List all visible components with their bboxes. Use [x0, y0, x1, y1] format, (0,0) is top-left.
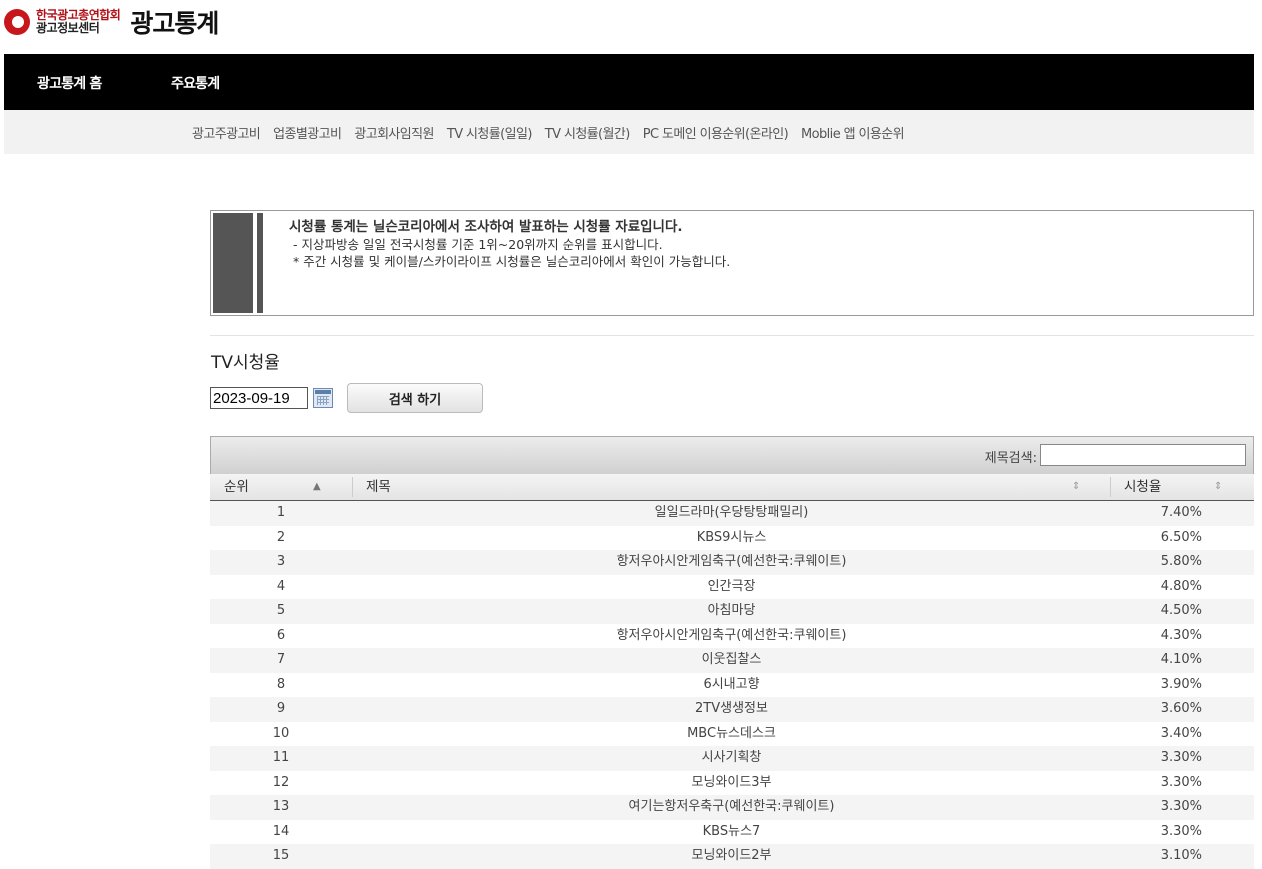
- rank-cell: 12: [272, 774, 290, 790]
- rank-cell: 8: [276, 676, 286, 692]
- org-name: 한국광고총연합회 광고정보센터: [36, 8, 121, 35]
- title-cell: 6시내고향: [703, 676, 760, 692]
- rank-cell: 4: [276, 578, 286, 594]
- rank-cell: 14: [272, 823, 290, 839]
- rate-cell: 3.60%: [1160, 701, 1202, 716]
- table-row[interactable]: 14 KBS뉴스7 3.30%: [210, 820, 1254, 845]
- table-row[interactable]: 10 MBC뉴스데스크 3.40%: [210, 722, 1254, 747]
- title-cell: 시사기획창: [701, 750, 762, 765]
- table-row[interactable]: 11 시사기획창 3.30%: [210, 746, 1254, 771]
- rate-cell: 7.40%: [1160, 505, 1202, 520]
- table-toolbar: 제목검색:: [210, 436, 1254, 474]
- notice-decoration-stripe: [257, 213, 263, 313]
- table-row[interactable]: 8 6시내고향 3.90%: [210, 673, 1254, 698]
- title-filter-label: 제목검색:: [984, 451, 1037, 466]
- page-title: TV시청율: [211, 353, 280, 373]
- sort-asc-icon[interactable]: ▲: [313, 474, 321, 500]
- notice-heading: 시청률 통계는 닐슨코리아에서 조사하여 발표하는 시청률 자료입니다.: [289, 219, 683, 235]
- rank-cell: 5: [276, 603, 286, 618]
- title-cell: KBS9시뉴스: [696, 529, 767, 545]
- title-cell: 2TV생생정보: [695, 701, 768, 716]
- table-row[interactable]: 2 KBS9시뉴스 6.50%: [210, 526, 1254, 551]
- rate-cell: 5.80%: [1160, 554, 1202, 569]
- sort-both-icon[interactable]: ⇕: [1072, 474, 1080, 500]
- subnav-mobile-app[interactable]: Moblie 앱 이용순위: [801, 123, 905, 142]
- search-button[interactable]: 검색 하기: [347, 383, 483, 413]
- rank-cell: 10: [272, 725, 290, 741]
- rate-cell: 4.80%: [1160, 578, 1202, 594]
- title-cell: KBS뉴스7: [702, 823, 761, 839]
- title-cell: 일일드라마(우당탕탕패밀리): [654, 505, 809, 520]
- title-cell: 이웃집찰스: [701, 652, 762, 667]
- title-cell: 항저우아시안게임축구(예선한국:쿠웨이트): [616, 627, 847, 643]
- top-navigation: 광고통계 홈 주요통계: [4, 54, 1254, 110]
- rate-cell: 3.30%: [1160, 750, 1202, 765]
- table-row[interactable]: 13 여기는항저우축구(예선한국:쿠웨이트) 3.30%: [210, 795, 1254, 820]
- title-cell: MBC뉴스데스크: [687, 725, 776, 741]
- column-title[interactable]: 제목: [366, 474, 391, 500]
- column-rate[interactable]: 시청율: [1124, 474, 1161, 500]
- calendar-icon[interactable]: [313, 388, 333, 408]
- title-cell: 인간극장: [707, 578, 756, 594]
- notice-line-1: - 지상파방송 일일 전국시청률 기준 1위~20위까지 순위를 표시합니다.: [289, 237, 663, 252]
- table-row[interactable]: 9 2TV생생정보 3.60%: [210, 697, 1254, 722]
- site-brand[interactable]: 한국광고총연합회 광고정보센터 광고통계: [4, 2, 219, 42]
- table-header: 순위 ▲ 제목 ⇕ 시청율 ⇕: [210, 474, 1254, 501]
- table-row[interactable]: 7 이웃집찰스 4.10%: [210, 648, 1254, 673]
- table-row[interactable]: 3 항저우아시안게임축구(예선한국:쿠웨이트) 5.80%: [210, 550, 1254, 575]
- sort-both-icon[interactable]: ⇕: [1214, 474, 1222, 500]
- rate-cell: 3.30%: [1160, 774, 1202, 790]
- rate-cell: 3.90%: [1160, 676, 1202, 692]
- notice-box: 시청률 통계는 닐슨코리아에서 조사하여 발표하는 시청률 자료입니다. - 지…: [210, 210, 1254, 316]
- rank-cell: 1: [276, 505, 286, 520]
- site-title: 광고통계: [130, 9, 219, 38]
- rank-cell: 11: [272, 750, 290, 765]
- rank-cell: 3: [276, 554, 286, 569]
- rank-cell: 7: [276, 652, 286, 667]
- date-input[interactable]: [210, 387, 308, 409]
- notice-decoration: [213, 213, 253, 313]
- subnav-tv-daily[interactable]: TV 시청률(일일): [447, 123, 533, 142]
- logo-icon: [4, 9, 30, 35]
- subnav-industry-spend[interactable]: 업종별광고비: [273, 123, 342, 142]
- rate-cell: 3.40%: [1160, 725, 1202, 741]
- subnav-agency-staff[interactable]: 광고회사임직원: [354, 123, 434, 142]
- subnav-tv-monthly[interactable]: TV 시청률(월간): [545, 123, 631, 142]
- nav-stats-home[interactable]: 광고통계 홈: [37, 73, 102, 93]
- rate-cell: 3.30%: [1160, 799, 1202, 814]
- rate-cell: 4.10%: [1160, 652, 1202, 667]
- table-row[interactable]: 1 일일드라마(우당탕탕패밀리) 7.40%: [210, 501, 1254, 526]
- rate-cell: 3.30%: [1160, 823, 1202, 839]
- table-row[interactable]: 12 모닝와이드3부 3.30%: [210, 771, 1254, 796]
- section-divider: [210, 335, 1254, 336]
- table-body: 1 일일드라마(우당탕탕패밀리) 7.40% 2 KBS9시뉴스 6.50% 3 항저우아시안…: [210, 501, 1254, 869]
- rate-cell: 4.30%: [1160, 627, 1202, 643]
- sub-navigation: 광고주광고비 업종별광고비 광고회사임직원 TV 시청률(일일) TV 시청률(…: [4, 110, 1254, 154]
- rank-cell: 9: [276, 701, 286, 716]
- title-cell: 항저우아시안게임축구(예선한국:쿠웨이트): [616, 554, 847, 569]
- ratings-table: 제목검색: 순위 ▲ 제목 ⇕ 시청율 ⇕ 1 일일드라마(우당탕탕패밀리) 7.4…: [210, 436, 1254, 869]
- rate-cell: 4.50%: [1160, 603, 1202, 618]
- subnav-advertiser-spend[interactable]: 광고주광고비: [192, 123, 261, 142]
- rate-cell: 6.50%: [1160, 529, 1202, 545]
- column-rank[interactable]: 순위: [224, 474, 249, 500]
- title-cell: 여기는항저우축구(예선한국:쿠웨이트): [628, 799, 835, 814]
- subnav-pc-domain[interactable]: PC 도메인 이용순위(온라인): [643, 123, 789, 142]
- nav-main-stats[interactable]: 주요통계: [171, 73, 220, 93]
- title-filter-input[interactable]: [1040, 444, 1246, 466]
- rank-cell: 6: [276, 627, 286, 643]
- table-row[interactable]: 6 항저우아시안게임축구(예선한국:쿠웨이트) 4.30%: [210, 624, 1254, 649]
- title-cell: 아침마당: [707, 603, 756, 618]
- notice-line-2: * 주간 시청률 및 케이블/스카이라이프 시청률은 닐슨코리아에서 확인이 가…: [289, 254, 731, 269]
- table-row[interactable]: 5 아침마당 4.50%: [210, 599, 1254, 624]
- rank-cell: 13: [272, 799, 290, 814]
- title-cell: 모닝와이드3부: [691, 774, 772, 790]
- table-row[interactable]: 4 인간극장 4.80%: [210, 575, 1254, 600]
- rank-cell: 2: [276, 529, 286, 545]
